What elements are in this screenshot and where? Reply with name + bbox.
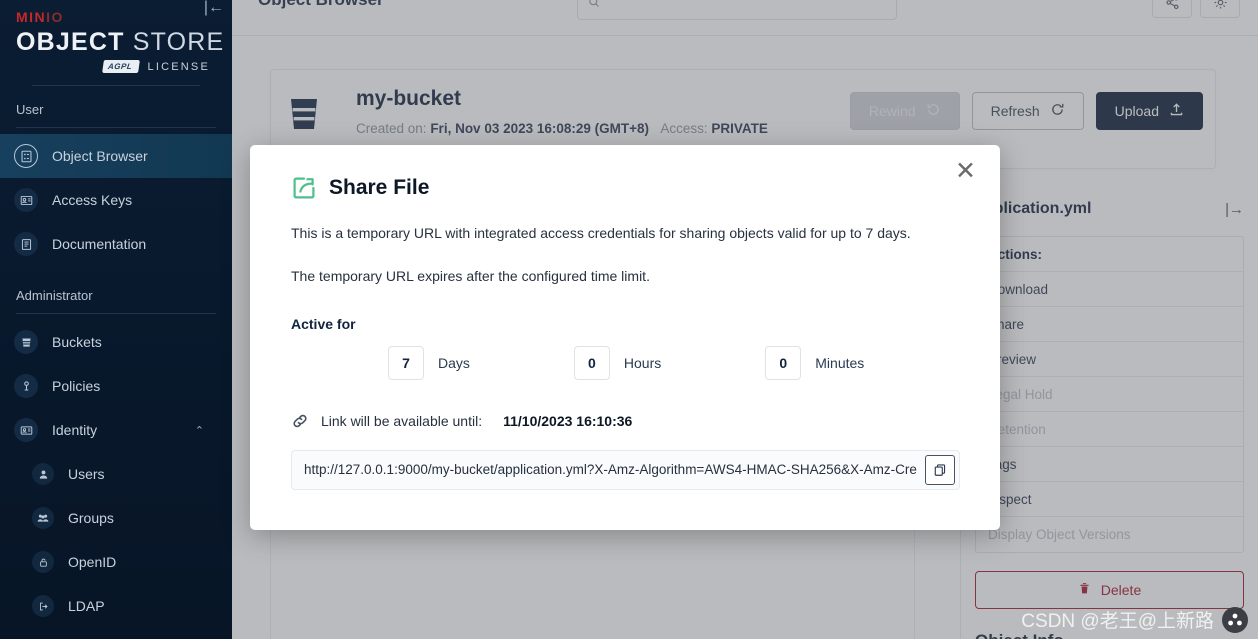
- documentation-icon: [14, 232, 38, 257]
- minio-io-text: IO: [46, 9, 64, 25]
- days-input[interactable]: [388, 345, 424, 380]
- bucket-icon: [14, 330, 38, 355]
- sidebar-item-label: OpenID: [68, 554, 117, 571]
- license-row: AGPL LICENSE: [16, 60, 216, 74]
- sidebar-item-label: Users: [68, 466, 105, 483]
- link-availability-row: Link will be available until: 11/10/2023…: [291, 412, 960, 430]
- sidebar-divider: [32, 85, 200, 87]
- sidebar-item-object-browser[interactable]: Object Browser: [0, 134, 232, 179]
- days-label: Days: [438, 354, 470, 371]
- object-browser-icon: [14, 144, 38, 169]
- sidebar-item-policies[interactable]: Policies: [0, 364, 232, 408]
- sidebar-collapse-icon[interactable]: |←: [204, 0, 224, 16]
- chevron-up-icon: ⌃: [194, 424, 204, 437]
- active-for-inputs: Days Hours Minutes: [291, 345, 960, 380]
- hours-input[interactable]: [573, 345, 610, 380]
- days-group: Days: [388, 345, 470, 380]
- sidebar-logo: |← MINIO OBJECT STORE AGPL LICENSE: [0, 0, 232, 87]
- share-url-input[interactable]: [304, 462, 919, 478]
- access-keys-icon: [14, 188, 38, 213]
- sidebar-rule-user: [16, 127, 216, 129]
- identity-icon: [14, 418, 38, 443]
- sidebar-section-user: User: [16, 102, 44, 118]
- brand-object: OBJECT: [16, 28, 125, 56]
- sidebar: |← MINIO OBJECT STORE AGPL LICENSE User …: [0, 0, 232, 639]
- minutes-input[interactable]: [765, 345, 802, 380]
- sidebar-item-label: Identity: [52, 422, 98, 439]
- sidebar-item-label: Policies: [52, 378, 101, 395]
- share-url-field[interactable]: [291, 449, 960, 490]
- minutes-group: Minutes: [765, 345, 865, 380]
- share-file-modal: ✕ Share File This is a temporary URL wit…: [250, 145, 1000, 530]
- sidebar-item-label: LDAP: [68, 598, 105, 615]
- openid-lock-icon: [32, 551, 54, 574]
- link-label: Link will be available until:: [321, 412, 483, 429]
- sidebar-item-label: Access Keys: [52, 192, 133, 209]
- sidebar-item-documentation[interactable]: Documentation: [0, 222, 232, 266]
- sidebar-item-openid[interactable]: OpenID: [0, 540, 232, 584]
- sidebar-item-identity[interactable]: Identity ⌃: [0, 408, 232, 452]
- agpl-badge: AGPL: [102, 60, 141, 74]
- sidebar-rule-admin: [16, 313, 216, 315]
- sidebar-item-access-keys[interactable]: Access Keys: [0, 178, 232, 222]
- sidebar-item-ldap[interactable]: LDAP: [0, 584, 232, 628]
- sidebar-item-label: Buckets: [52, 334, 102, 351]
- minio-text: MIN: [16, 9, 47, 25]
- hours-group: Hours: [573, 345, 662, 380]
- modal-header: Share File: [291, 175, 960, 201]
- modal-paragraph-2: The temporary URL expires after the conf…: [291, 268, 650, 285]
- hours-label: Hours: [623, 354, 662, 371]
- sidebar-item-label: Object Browser: [52, 148, 148, 165]
- app-root: |← MINIO OBJECT STORE AGPL LICENSE User …: [0, 0, 1258, 639]
- link-expiry-date: 11/10/2023 16:10:36: [503, 412, 633, 429]
- sidebar-item-buckets[interactable]: Buckets: [0, 320, 232, 364]
- ldap-login-icon: [32, 595, 54, 618]
- sidebar-section-administrator: Administrator: [16, 288, 93, 304]
- minio-wordmark: MINIO: [16, 10, 216, 24]
- share-icon: [291, 175, 317, 201]
- modal-title: Share File: [329, 176, 430, 199]
- license-label: LICENSE: [147, 60, 210, 73]
- sidebar-item-users[interactable]: Users: [0, 452, 232, 496]
- policies-icon: [14, 374, 38, 399]
- user-icon: [32, 463, 54, 486]
- sidebar-item-groups[interactable]: Groups: [0, 496, 232, 540]
- sidebar-item-label: Documentation: [52, 236, 147, 253]
- close-icon[interactable]: ✕: [955, 159, 976, 184]
- copy-icon[interactable]: [925, 454, 955, 485]
- sidebar-item-label: Groups: [68, 510, 114, 527]
- groups-icon: [32, 507, 54, 530]
- object-store-wordmark: OBJECT STORE: [16, 28, 223, 56]
- brand-store: STORE: [132, 28, 225, 56]
- link-icon: [291, 412, 309, 430]
- minutes-label: Minutes: [815, 354, 865, 371]
- active-for-label: Active for: [291, 315, 356, 332]
- modal-paragraph-1: This is a temporary URL with integrated …: [291, 225, 911, 241]
